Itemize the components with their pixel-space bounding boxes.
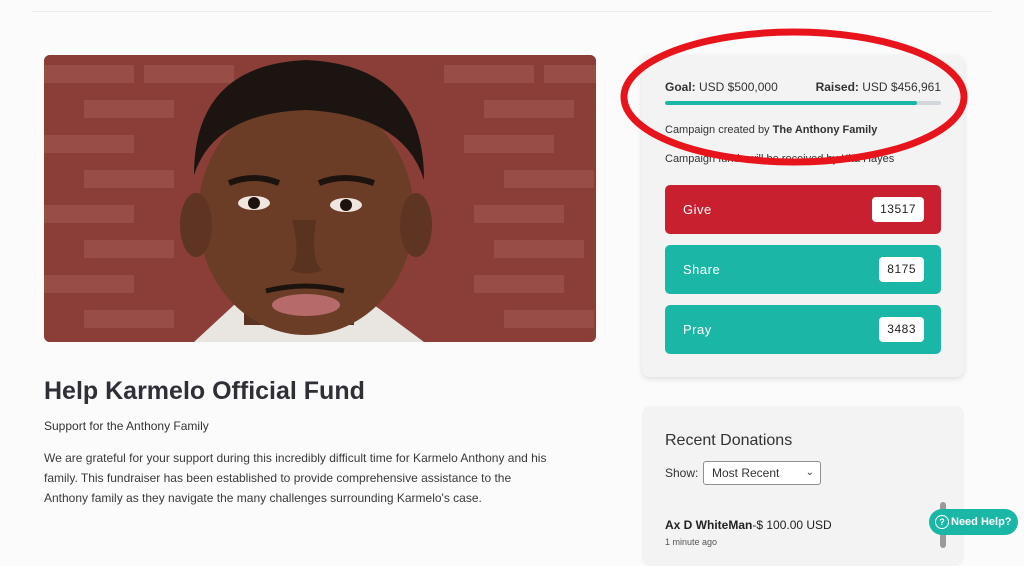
share-count: 8175 <box>879 257 924 282</box>
funding-progress-bar <box>665 101 941 105</box>
top-divider <box>32 11 992 12</box>
recent-donations-card: Recent Donations Show: Most Recent ⌄ Ax … <box>642 406 964 566</box>
chevron-down-icon: ⌄ <box>805 467 814 478</box>
goal-row: Goal: USD $500,000 Raised: USD $456,961 <box>665 80 941 94</box>
campaign-photo <box>44 55 596 342</box>
need-help-label: Need Help? <box>951 516 1012 528</box>
page-title: Help Karmelo Official Fund <box>44 377 365 405</box>
campaign-creator: Campaign created by The Anthony Family <box>665 124 877 136</box>
goal-value: USD $500,000 <box>699 80 778 94</box>
campaign-card: Goal: USD $500,000 Raised: USD $456,961 … <box>642 55 964 377</box>
donation-amount: -$ 100.00 USD <box>752 518 832 532</box>
share-label: Share <box>683 262 721 277</box>
need-help-button[interactable]: ? Need Help? <box>929 509 1018 535</box>
give-button[interactable]: Give 13517 <box>665 185 941 234</box>
sort-selected: Most Recent <box>712 466 780 480</box>
pray-label: Pray <box>683 322 712 337</box>
campaign-description: We are grateful for your support during … <box>44 451 547 505</box>
created-prefix: Campaign created by <box>665 124 770 136</box>
donation-sort-select[interactable]: Most Recent ⌄ <box>703 461 821 485</box>
donation-item: Ax D WhiteMan-$ 100.00 USD <box>665 518 832 532</box>
pray-count: 3483 <box>879 317 924 342</box>
give-count: 13517 <box>872 197 924 222</box>
raised-value: USD $456,961 <box>862 80 941 94</box>
goal-text: Goal: USD $500,000 <box>665 80 778 94</box>
share-button[interactable]: Share 8175 <box>665 245 941 294</box>
raised-text: Raised: USD $456,961 <box>816 80 941 94</box>
recent-donations-title: Recent Donations <box>665 432 793 449</box>
pray-button[interactable]: Pray 3483 <box>665 305 941 354</box>
funding-progress-fill <box>665 101 918 105</box>
goal-label: Goal: <box>665 80 696 94</box>
give-label: Give <box>683 202 712 217</box>
campaign-subtitle: Support for the Anthony Family <box>44 419 209 433</box>
donor-name: Ax D WhiteMan <box>665 518 753 532</box>
donation-time: 1 minute ago <box>665 537 718 547</box>
question-icon: ? <box>935 515 949 529</box>
show-label: Show: <box>665 466 699 480</box>
created-by: The Anthony Family <box>772 124 878 136</box>
raised-label: Raised: <box>815 80 859 94</box>
funds-recipient: Campaign funds will be received by Kita … <box>665 153 895 165</box>
